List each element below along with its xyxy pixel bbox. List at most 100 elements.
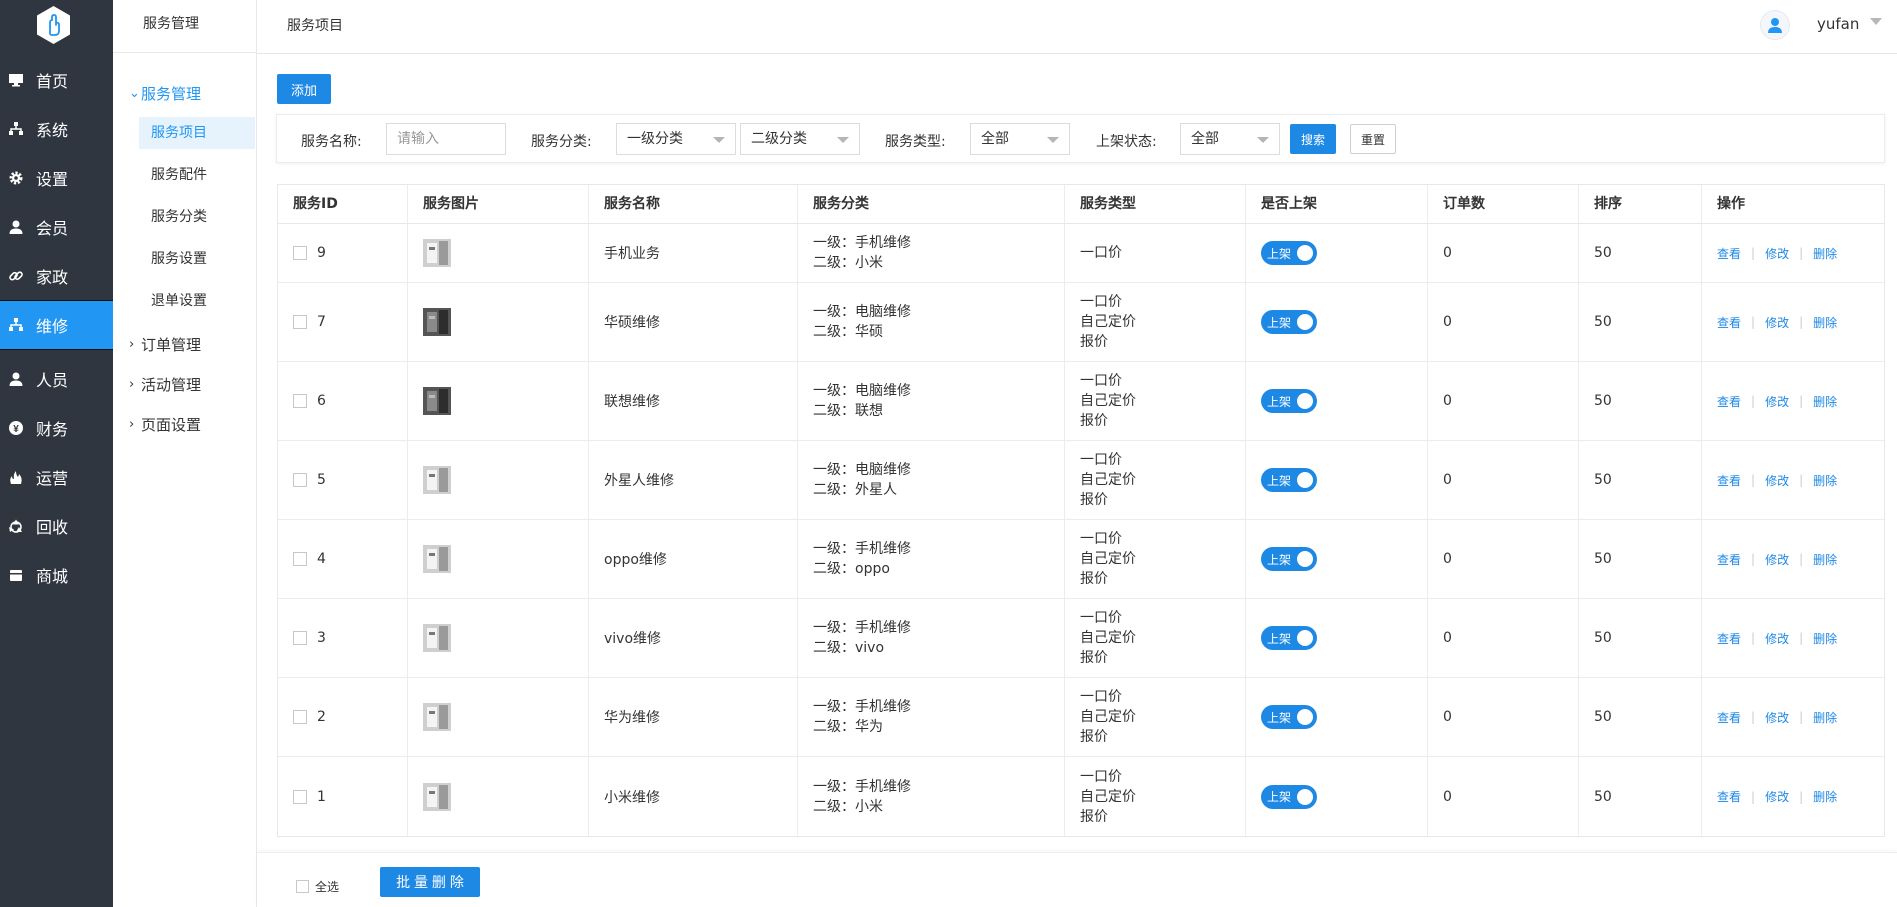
submenu-group-pages[interactable]: › 页面设置	[129, 414, 201, 435]
edit-link[interactable]: 修改	[1765, 709, 1789, 726]
view-link[interactable]: 查看	[1717, 709, 1741, 726]
service-type: 自己定价	[1080, 630, 1136, 646]
service-thumbnail[interactable]	[423, 466, 451, 494]
action-separator: |	[1799, 246, 1804, 260]
row-checkbox[interactable]	[293, 789, 307, 804]
submenu-item-refund-settings[interactable]: 退单设置	[139, 285, 255, 317]
nav-item-6[interactable]: 人员	[0, 354, 113, 404]
row-checkbox[interactable]	[293, 631, 307, 645]
batch-delete-button[interactable]: 批 量 删 除	[380, 867, 480, 897]
edit-link[interactable]: 修改	[1765, 788, 1789, 805]
nav-item-9[interactable]: 回收	[0, 501, 113, 551]
cell-category: 一级：电脑维修 二级：联想	[798, 362, 1065, 440]
edit-link[interactable]: 修改	[1765, 630, 1789, 647]
category1-select[interactable]: 一级分类	[616, 123, 736, 155]
edit-link[interactable]: 修改	[1765, 551, 1789, 568]
edit-link[interactable]: 修改	[1765, 245, 1789, 262]
listed-toggle[interactable]: 上架	[1261, 626, 1317, 650]
row-checkbox[interactable]	[293, 394, 307, 408]
nav-item-5[interactable]: 维修	[0, 300, 113, 350]
service-thumbnail[interactable]	[423, 545, 451, 573]
delete-link[interactable]: 删除	[1813, 393, 1837, 410]
listed-toggle[interactable]: 上架	[1261, 310, 1317, 334]
delete-link[interactable]: 删除	[1813, 788, 1837, 805]
category2-select[interactable]: 二级分类	[740, 123, 860, 155]
row-actions: 查看 | 修改 | 删除	[1717, 314, 1837, 331]
view-link[interactable]: 查看	[1717, 393, 1741, 410]
nav-item-7[interactable]: ¥ 财务	[0, 403, 113, 453]
nav-item-2[interactable]: 设置	[0, 153, 113, 203]
nav-item-8[interactable]: 运营	[0, 452, 113, 502]
listed-toggle[interactable]: 上架	[1261, 389, 1317, 413]
edit-link[interactable]: 修改	[1765, 314, 1789, 331]
nav-item-3[interactable]: 会员	[0, 202, 113, 252]
service-thumbnail[interactable]	[423, 703, 451, 731]
submenu-group-label: 服务管理	[141, 85, 202, 103]
nav-item-4[interactable]: 家政	[0, 251, 113, 301]
submenu-group-activities[interactable]: › 活动管理	[129, 374, 201, 395]
view-link[interactable]: 查看	[1717, 788, 1741, 805]
status-select[interactable]: 全部	[1180, 123, 1280, 155]
delete-link[interactable]: 删除	[1813, 630, 1837, 647]
listed-toggle[interactable]: 上架	[1261, 468, 1317, 492]
hand-logo-icon[interactable]	[35, 5, 72, 45]
view-link[interactable]: 查看	[1717, 314, 1741, 331]
submenu-group-label: 页面设置	[141, 416, 202, 434]
cell-id: 3	[278, 599, 408, 677]
service-thumbnail[interactable]	[423, 624, 451, 652]
delete-link[interactable]: 删除	[1813, 551, 1837, 568]
view-link[interactable]: 查看	[1717, 630, 1741, 647]
edit-link[interactable]: 修改	[1765, 393, 1789, 410]
service-type: 一口价	[1080, 373, 1122, 389]
service-thumbnail[interactable]	[423, 782, 451, 811]
submenu-item-service-items[interactable]: 服务项目	[139, 117, 255, 149]
listed-toggle[interactable]: 上架	[1261, 241, 1317, 265]
caret-down-icon[interactable]	[1870, 18, 1882, 25]
service-thumbnail[interactable]	[423, 239, 451, 267]
select-all-checkbox[interactable]	[296, 880, 309, 893]
cell-id: 7	[278, 283, 408, 361]
row-checkbox[interactable]	[293, 473, 307, 487]
row-checkbox[interactable]	[293, 246, 307, 260]
add-button[interactable]: 添加	[277, 74, 331, 104]
service-name: 联想维修	[604, 394, 660, 410]
submenu-item-settings[interactable]: 服务设置	[139, 243, 255, 275]
type-lines: 一口价 自己定价 报价	[1080, 450, 1136, 510]
type-select[interactable]: 全部	[970, 123, 1070, 155]
service-thumbnail[interactable]	[423, 387, 451, 415]
row-checkbox[interactable]	[293, 710, 307, 724]
nav-item-1[interactable]: 系统	[0, 104, 113, 154]
username[interactable]: yufan	[1817, 15, 1859, 33]
cell-name: oppo维修	[589, 520, 798, 598]
service-thumbnail[interactable]	[423, 308, 451, 336]
delete-link[interactable]: 删除	[1813, 472, 1837, 489]
cell-type: 一口价 自己定价 报价	[1065, 599, 1246, 677]
submenu-item-parts[interactable]: 服务配件	[139, 159, 255, 191]
search-button[interactable]: 搜索	[1290, 124, 1336, 154]
row-checkbox[interactable]	[293, 552, 307, 566]
reset-button[interactable]: 重置	[1350, 124, 1396, 154]
nav-item-10[interactable]: 商城	[0, 550, 113, 600]
view-link[interactable]: 查看	[1717, 551, 1741, 568]
listed-toggle[interactable]: 上架	[1261, 705, 1317, 729]
avatar[interactable]	[1760, 10, 1790, 40]
link-icon	[8, 268, 24, 284]
view-link[interactable]: 查看	[1717, 245, 1741, 262]
delete-link[interactable]: 删除	[1813, 709, 1837, 726]
select-all[interactable]: 全选	[296, 878, 339, 895]
submenu-item-categories[interactable]: 服务分类	[139, 201, 255, 233]
nav-item-0[interactable]: 首页	[0, 55, 113, 105]
edit-link[interactable]: 修改	[1765, 472, 1789, 489]
submenu-group-orders[interactable]: › 订单管理	[129, 334, 201, 355]
view-link[interactable]: 查看	[1717, 472, 1741, 489]
listed-toggle[interactable]: 上架	[1261, 547, 1317, 571]
monitor-icon	[8, 72, 24, 88]
submenu-group-service[interactable]: ⌄ 服务管理	[129, 83, 201, 104]
chevron-right-icon: ›	[129, 417, 135, 432]
user-icon	[1768, 18, 1782, 33]
delete-link[interactable]: 删除	[1813, 245, 1837, 262]
listed-toggle[interactable]: 上架	[1261, 784, 1317, 809]
service-name-input[interactable]: 请输入	[386, 123, 506, 155]
delete-link[interactable]: 删除	[1813, 314, 1837, 331]
row-checkbox[interactable]	[293, 315, 307, 329]
